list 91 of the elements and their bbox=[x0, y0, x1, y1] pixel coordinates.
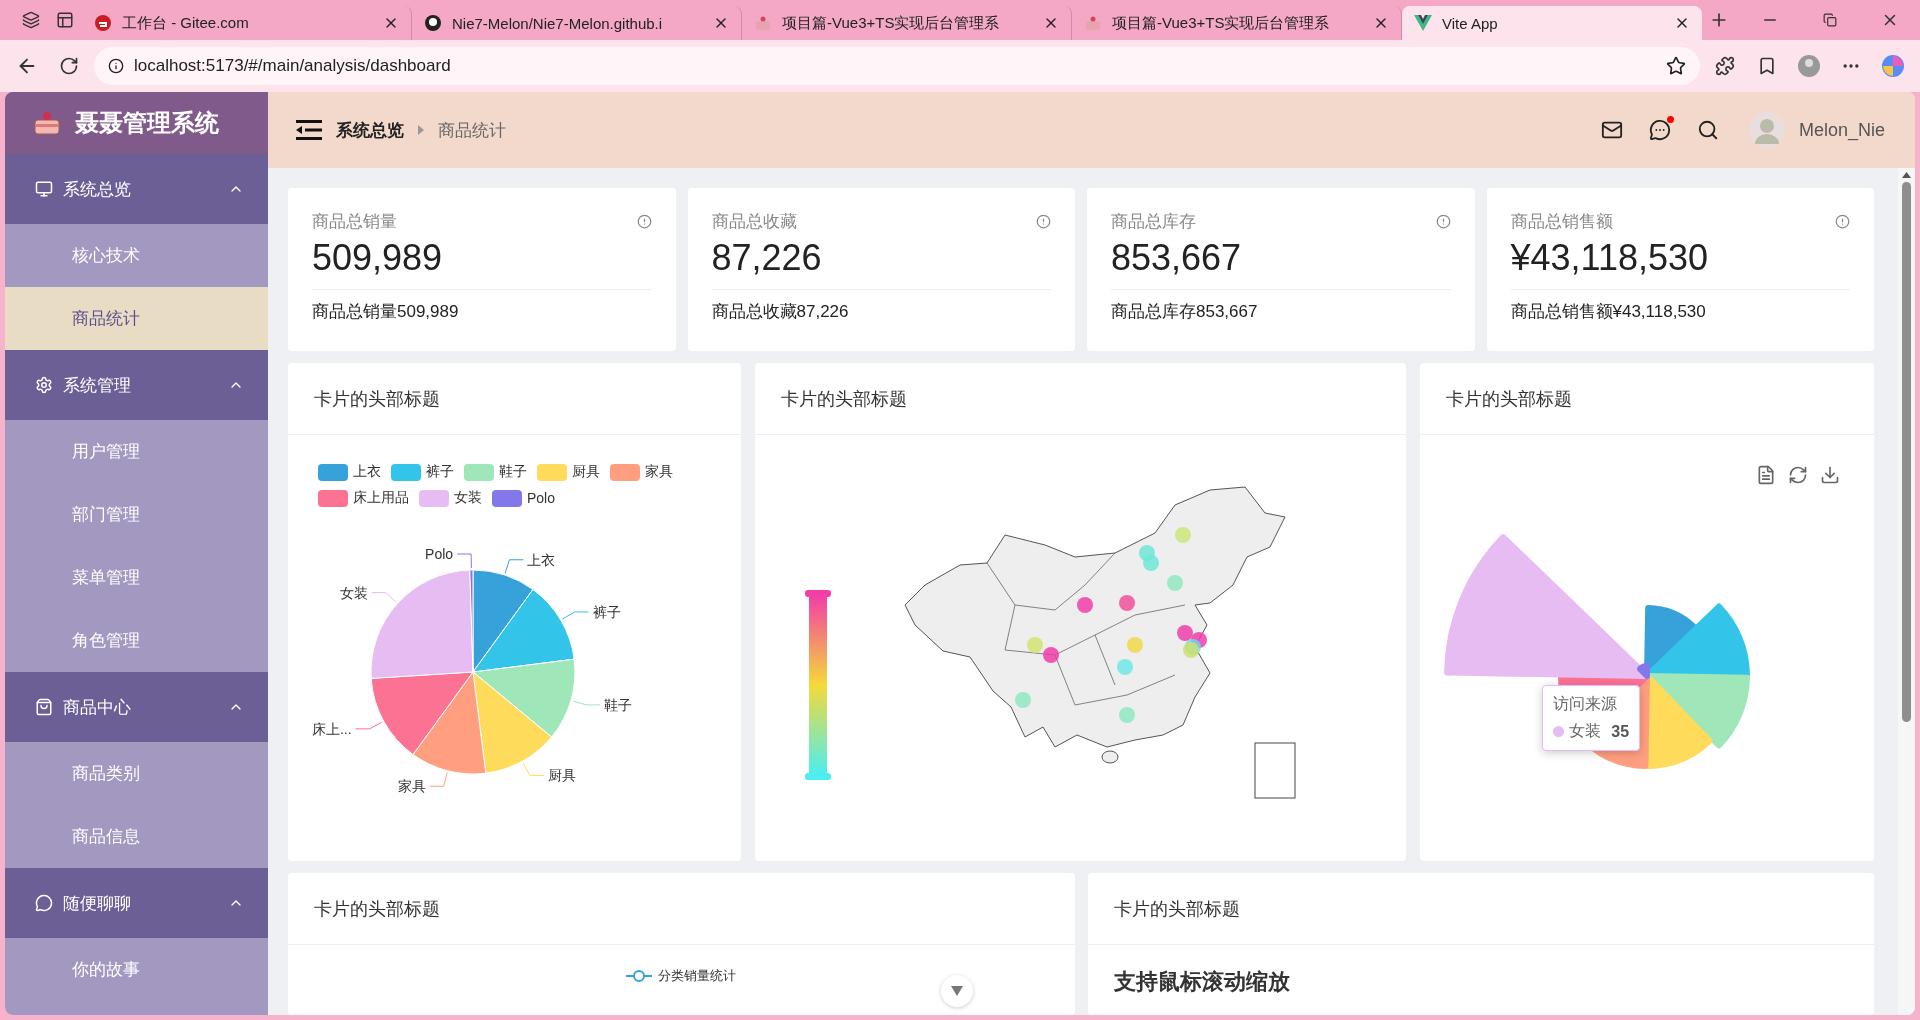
card-title: 卡片的头部标题 bbox=[1446, 387, 1573, 411]
stat-value: 87,226 bbox=[711, 237, 823, 279]
legend-label: 厨具 bbox=[572, 463, 600, 481]
leader-line bbox=[456, 553, 472, 569]
legend-item[interactable]: 家具 bbox=[610, 463, 673, 481]
slice-label: 上衣 bbox=[527, 551, 556, 568]
menu-group[interactable]: 系统总览 bbox=[5, 154, 268, 224]
breadcrumb-link[interactable]: 系统总览 bbox=[336, 118, 404, 142]
legend-item[interactable]: 分类销量统计 bbox=[288, 945, 1075, 985]
scroll-up-icon[interactable] bbox=[1902, 172, 1911, 178]
favorite-icon[interactable] bbox=[1666, 56, 1686, 76]
stat-value: ¥43,118,530 bbox=[1510, 237, 1710, 279]
cake-logo-icon bbox=[33, 110, 61, 136]
app-title: 聂聂管理系统 bbox=[75, 108, 219, 138]
legend-item[interactable]: 裤子 bbox=[391, 463, 454, 481]
leader-line bbox=[572, 700, 601, 706]
gitee-logo-icon bbox=[94, 14, 112, 32]
stat-title: 商品总库存 bbox=[1111, 211, 1196, 233]
slice-label: Polo bbox=[425, 546, 454, 562]
data-view-icon[interactable] bbox=[1756, 465, 1776, 485]
info-icon[interactable] bbox=[1835, 214, 1850, 229]
legend-label: 上衣 bbox=[353, 463, 381, 481]
user-name[interactable]: Melon_Nie bbox=[1798, 119, 1885, 141]
leader-line bbox=[504, 559, 524, 574]
github-logo-icon bbox=[424, 14, 442, 32]
legend-item[interactable]: 鞋子 bbox=[464, 463, 527, 481]
legend-label: 床上用品 bbox=[353, 489, 409, 507]
info-icon[interactable] bbox=[1435, 214, 1451, 229]
scroll-down-button[interactable] bbox=[941, 975, 973, 1007]
vue-logo-icon bbox=[1414, 15, 1432, 31]
leader-line bbox=[371, 592, 397, 603]
cake-icon bbox=[754, 15, 772, 31]
legend-item[interactable]: Polo bbox=[492, 489, 556, 507]
gear-icon bbox=[35, 376, 53, 394]
stat-title: 商品总收藏 bbox=[711, 211, 797, 233]
slice-label: 家具 bbox=[397, 778, 426, 795]
menu-group[interactable]: 商品中心 bbox=[5, 672, 268, 742]
legend-item[interactable]: 床上用品 bbox=[318, 489, 409, 507]
info-icon[interactable] bbox=[636, 214, 652, 229]
browser-tab[interactable]: Vite App bbox=[1402, 6, 1702, 40]
cake-icon bbox=[1084, 15, 1102, 31]
tooltip-name: 女装 bbox=[1569, 721, 1603, 741]
leader-line bbox=[429, 772, 448, 787]
tooltip-title: 访问来源 bbox=[1553, 694, 1619, 714]
bag-icon bbox=[35, 698, 53, 716]
legend-item[interactable]: 上衣 bbox=[318, 463, 381, 481]
menu-group[interactable]: 随便聊聊 bbox=[5, 868, 268, 938]
leader-line bbox=[562, 611, 590, 620]
breadcrumb-current: 商品统计 bbox=[438, 119, 506, 142]
tooltip-value: 35 bbox=[1611, 722, 1630, 741]
caret-icon bbox=[418, 125, 424, 135]
stat-footer: 商品总销售额¥43,118,530 bbox=[1510, 289, 1850, 323]
stat-footer: 商品总销量509,989 bbox=[312, 289, 652, 323]
address-bar[interactable]: localhost:5173/#/main/analysis/dashboard bbox=[94, 47, 1700, 85]
chat-icon bbox=[35, 894, 53, 912]
stat-value: 853,667 bbox=[1111, 237, 1243, 279]
leader-line bbox=[522, 762, 545, 776]
download-icon[interactable] bbox=[1820, 465, 1840, 485]
refresh-icon[interactable] bbox=[1788, 465, 1808, 485]
slice-label: 女装 bbox=[339, 584, 368, 601]
slice-label: 厨具 bbox=[547, 767, 576, 784]
legend-label: Polo bbox=[527, 490, 556, 506]
legend-item[interactable]: 厨具 bbox=[537, 463, 600, 481]
menu-item[interactable]: 商品统计 bbox=[5, 287, 268, 350]
card-title: 卡片的头部标题 bbox=[314, 897, 440, 921]
slice-label: 床上... bbox=[311, 720, 352, 737]
stat-title: 商品总销量 bbox=[312, 211, 397, 233]
legend-label: 鞋子 bbox=[499, 463, 527, 481]
stat-footer: 商品总库存853,667 bbox=[1111, 289, 1451, 323]
leader-line bbox=[355, 721, 383, 730]
chart-heading: 支持鼠标滚动缩放 bbox=[1112, 968, 1291, 996]
site-info-icon[interactable] bbox=[108, 58, 124, 74]
info-icon[interactable] bbox=[1036, 214, 1051, 229]
card-title: 卡片的头部标题 bbox=[314, 387, 440, 411]
triangle-down-icon bbox=[951, 986, 963, 996]
line-marker-icon bbox=[626, 969, 653, 983]
legend-item[interactable]: 女装 bbox=[419, 489, 482, 507]
stat-value: 509,989 bbox=[312, 237, 444, 279]
slice-label: 鞋子 bbox=[604, 696, 633, 713]
legend-label: 裤子 bbox=[426, 463, 454, 481]
monitor-icon bbox=[35, 180, 53, 198]
scrollbar[interactable] bbox=[1898, 168, 1915, 1015]
card-title: 卡片的头部标题 bbox=[1113, 897, 1240, 921]
legend-label: 女装 bbox=[454, 489, 482, 507]
legend-label: 家具 bbox=[645, 463, 673, 481]
slice-label: 裤子 bbox=[592, 603, 621, 620]
menu-group[interactable]: 系统管理 bbox=[5, 350, 268, 420]
menu-fold-icon[interactable] bbox=[296, 120, 322, 140]
stat-footer: 商品总收藏87,226 bbox=[711, 289, 1051, 323]
stat-title: 商品总销售额 bbox=[1510, 211, 1613, 233]
card-title: 卡片的头部标题 bbox=[780, 387, 907, 411]
